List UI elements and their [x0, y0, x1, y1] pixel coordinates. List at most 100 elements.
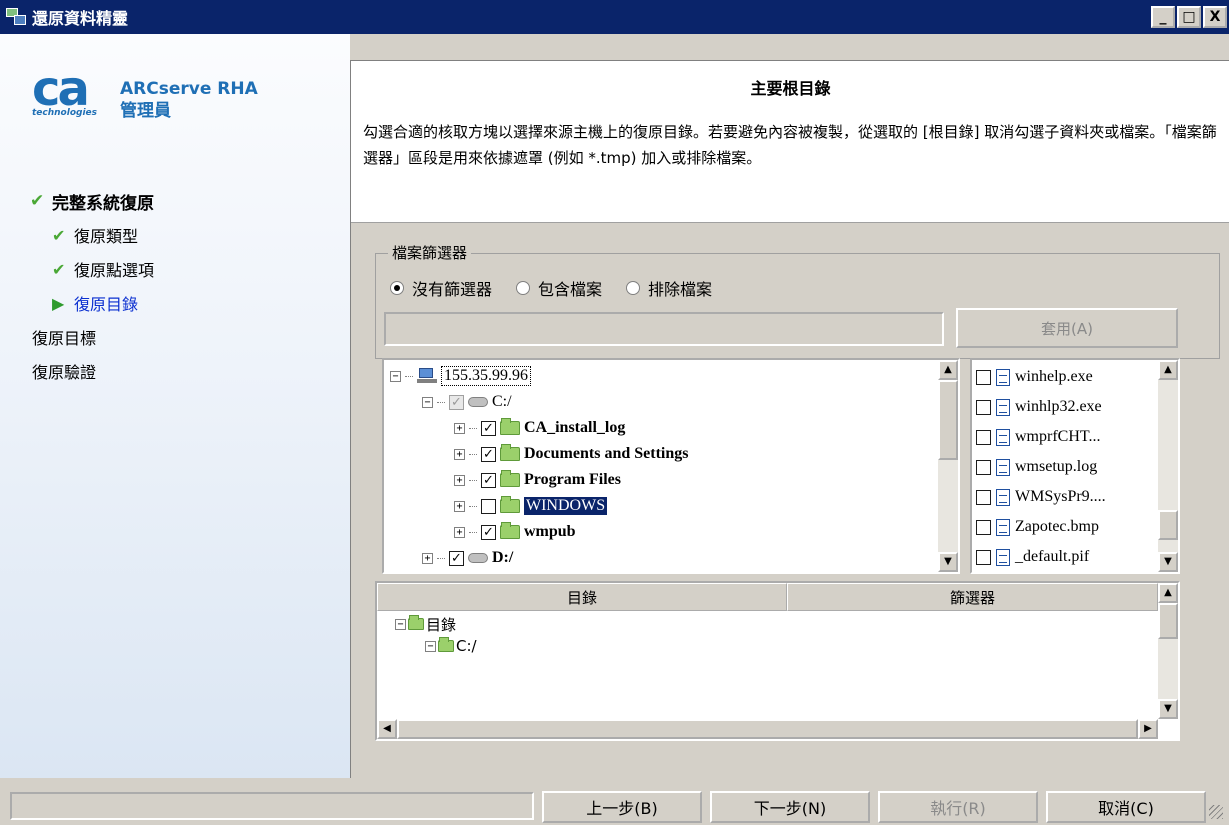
step-recovery-type: ✔ 復原類型 [52, 225, 139, 247]
file-item[interactable]: WMSysPr9.... [976, 482, 1106, 512]
file-item[interactable]: wmsetup.log [976, 452, 1097, 482]
expand-icon[interactable]: + [422, 552, 433, 564]
next-button[interactable]: 下一步(N) [710, 791, 870, 823]
scroll-down-arrow-icon[interactable]: ▼ [1158, 699, 1178, 719]
window-title: 還原資料精靈 [32, 9, 129, 28]
collapse-icon[interactable]: − [395, 618, 406, 630]
file-filter-group: 檔案篩選器 沒有篩選器 包含檔案 排除檔案 套用(A) [375, 242, 1220, 359]
file-list-scrollbar[interactable]: ▲ ▼ [1158, 360, 1178, 572]
scroll-thumb[interactable] [1158, 603, 1178, 639]
file-checkbox[interactable] [976, 489, 991, 505]
tree-node-host[interactable]: − 155.35.99.96 [390, 363, 531, 389]
collapse-icon[interactable]: − [425, 640, 436, 652]
drive-icon [468, 553, 488, 563]
file-item[interactable]: _default.pif [976, 542, 1089, 572]
scroll-up-arrow-icon[interactable]: ▲ [1158, 360, 1178, 380]
partial-checkbox[interactable]: ✓ [449, 394, 464, 410]
list-item-root[interactable]: − 目錄 [395, 613, 456, 635]
back-button[interactable]: 上一步(B) [542, 791, 702, 823]
file-checkbox[interactable] [976, 459, 991, 475]
tree-node-folder[interactable]: + ✓ Program Files [454, 467, 621, 493]
file-checkbox[interactable] [976, 549, 991, 565]
radio-include-files[interactable]: 包含檔案 [516, 276, 602, 300]
file-item[interactable]: winhlp32.exe [976, 392, 1102, 422]
folder-icon [438, 637, 454, 652]
tree-node-drive-c[interactable]: − ✓ C:/ [422, 389, 512, 415]
dir-list-vscrollbar[interactable]: ▲ ▼ [1158, 583, 1178, 719]
tree-node-folder[interactable]: + ✓ wmpub [454, 519, 576, 545]
folder-checkbox[interactable]: ✓ [481, 420, 496, 436]
file-checkbox[interactable] [976, 429, 991, 445]
collapse-icon[interactable]: − [390, 370, 401, 382]
radio-no-filter[interactable]: 沒有篩選器 [390, 276, 492, 300]
folder-checkbox[interactable]: ✓ [481, 446, 496, 462]
column-header-directory[interactable]: 目錄 [377, 583, 787, 611]
column-header-filter[interactable]: 篩選器 [787, 583, 1158, 611]
scroll-down-arrow-icon[interactable]: ▼ [1158, 552, 1178, 572]
expand-icon[interactable]: + [454, 474, 465, 486]
tree-scrollbar[interactable]: ▲ ▼ [938, 360, 958, 572]
file-checkbox[interactable] [976, 369, 991, 385]
file-checkbox[interactable] [976, 399, 991, 415]
resize-grip-icon[interactable] [1209, 805, 1223, 819]
scroll-down-arrow-icon[interactable]: ▼ [938, 552, 958, 572]
maximize-button[interactable]: □ [1177, 6, 1201, 28]
expand-icon[interactable]: + [454, 448, 465, 460]
file-item[interactable]: winhelp.exe [976, 362, 1093, 392]
directory-tree[interactable]: − 155.35.99.96 − ✓ C:/ + ✓ CA_install_lo… [382, 358, 960, 574]
minimize-button[interactable]: _ [1151, 6, 1175, 28]
expand-icon[interactable]: + [454, 500, 465, 512]
tree-node-folder-selected[interactable]: + WINDOWS [454, 493, 608, 519]
file-list[interactable]: winhelp.exe winhlp32.exe wmprfCHT... wms… [970, 358, 1180, 574]
document-icon [996, 548, 1010, 566]
title-bar: 還原資料精靈 _ □ X [0, 0, 1229, 34]
collapse-icon[interactable]: − [422, 396, 433, 408]
main-panel: 主要根目錄 勾選合適的核取方塊以選擇來源主機上的復原目錄。若要避免內容被複製，從… [350, 60, 1229, 778]
product-name: ARCserve RHA 管理員 [120, 79, 258, 121]
run-button[interactable]: 執行(R) [878, 791, 1038, 823]
app-icon [6, 6, 28, 28]
document-icon [996, 368, 1010, 386]
scroll-up-arrow-icon[interactable]: ▲ [938, 360, 958, 380]
computer-icon [417, 368, 437, 384]
status-field [10, 792, 534, 820]
header-panel: 主要根目錄 勾選合適的核取方塊以選擇來源主機上的復原目錄。若要避免內容被複製，從… [351, 61, 1229, 223]
document-icon [996, 428, 1010, 446]
folder-icon [500, 496, 520, 513]
step-recovery-verification: 復原驗證 [32, 363, 97, 382]
folder-checkbox[interactable] [481, 498, 496, 514]
apply-button[interactable]: 套用(A) [956, 308, 1178, 348]
scroll-thumb[interactable] [938, 380, 958, 460]
file-item[interactable]: wmprfCHT... [976, 422, 1100, 452]
expand-icon[interactable]: + [454, 526, 465, 538]
folder-icon [500, 418, 520, 435]
file-checkbox[interactable] [976, 519, 991, 535]
wizard-sidebar: ca technologies ARCserve RHA 管理員 ✔ 完整系統復… [0, 34, 350, 778]
scroll-left-arrow-icon[interactable]: ◀ [377, 719, 397, 739]
page-description: 勾選合適的核取方塊以選擇來源主機上的復原目錄。若要避免內容被複製，從選取的 [根… [363, 123, 1217, 167]
list-item-drive[interactable]: − C:/ [425, 635, 477, 657]
tree-node-drive-d[interactable]: + ✓ D:/ [422, 545, 513, 571]
scroll-thumb[interactable] [397, 719, 1138, 739]
navigation-bar: 上一步(B) 下一步(N) 執行(R) 取消(C) [0, 778, 1229, 825]
drive-checkbox[interactable]: ✓ [449, 550, 464, 566]
scroll-thumb[interactable] [1158, 510, 1178, 540]
cancel-button[interactable]: 取消(C) [1046, 791, 1206, 823]
file-item[interactable]: Zapotec.bmp [976, 512, 1099, 542]
tree-node-folder[interactable]: + ✓ CA_install_log [454, 415, 625, 441]
folder-checkbox[interactable]: ✓ [481, 472, 496, 488]
scroll-up-arrow-icon[interactable]: ▲ [1158, 583, 1178, 603]
dir-list-hscrollbar[interactable]: ◀ ▶ [377, 719, 1158, 739]
radio-exclude-files[interactable]: 排除檔案 [626, 276, 712, 300]
expand-icon[interactable]: + [454, 422, 465, 434]
folder-icon [408, 615, 424, 630]
selected-directory-list[interactable]: 目錄 篩選器 − 目錄 − C:/ ▲ ▼ ◀ ▶ [375, 581, 1180, 741]
document-icon [996, 458, 1010, 476]
scroll-right-arrow-icon[interactable]: ▶ [1138, 719, 1158, 739]
tree-node-folder[interactable]: + ✓ Documents and Settings [454, 441, 688, 467]
ca-logo: ca technologies [32, 61, 97, 118]
folder-checkbox[interactable]: ✓ [481, 524, 496, 540]
close-button[interactable]: X [1203, 6, 1227, 28]
filter-mask-input[interactable] [384, 312, 944, 346]
checkmark-icon: ✔ [30, 191, 45, 211]
